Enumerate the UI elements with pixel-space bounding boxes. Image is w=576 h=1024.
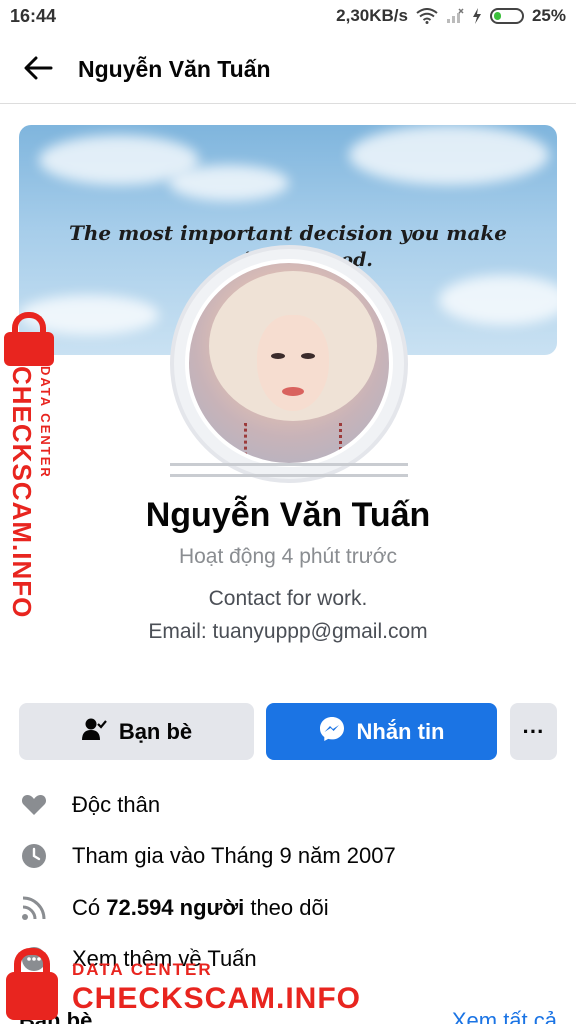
person-check-icon	[81, 716, 107, 748]
back-button[interactable]	[18, 50, 58, 90]
joined-text: Tham gia vào Tháng 9 năm 2007	[72, 843, 396, 868]
followers-suffix: theo dõi	[244, 895, 329, 920]
bio-line1: Contact for work.	[208, 587, 368, 610]
cover-quote-line1: The most important decision you make	[69, 221, 507, 245]
charging-icon	[472, 8, 482, 24]
watermark-data-center: DATA CENTER	[72, 960, 213, 979]
see-all-friends-link[interactable]: Xem tất cả	[452, 1008, 557, 1024]
rss-icon	[19, 893, 49, 923]
status-indicators: 2,30KB/s 25%	[336, 6, 566, 26]
messenger-icon	[319, 716, 345, 748]
battery-icon	[489, 8, 524, 24]
status-time: 16:44	[10, 6, 57, 26]
watermark-brand: CHECKSCAM.INFO	[72, 982, 361, 1015]
more-options-button[interactable]: ···	[510, 703, 557, 760]
message-button-label: Nhắn tin	[356, 718, 445, 744]
bio-line2: Email: tuanyuppp@gmail.com	[148, 620, 428, 643]
arrow-left-icon	[23, 56, 53, 85]
more-options-label: ···	[522, 718, 545, 744]
avatar-story-base	[170, 463, 408, 477]
battery-percent: 25%	[531, 6, 566, 25]
status-bar: 16:44 2,30KB/s 25%	[0, 0, 576, 36]
info-relationship: Độc thân	[19, 785, 160, 825]
header-title: Nguyễn Văn Tuấn	[78, 56, 271, 82]
watermark-brand-vertical: CHECKSCAM.INFO	[7, 366, 37, 619]
activity-status: Hoạt động 4 phút trước	[178, 545, 398, 568]
followers-prefix: Có	[72, 895, 107, 920]
watermark-data-center-vertical: DATA CENTER	[38, 366, 53, 479]
relationship-text: Độc thân	[72, 792, 161, 817]
wifi-icon	[416, 8, 438, 24]
top-app-bar: Nguyễn Văn Tuấn	[0, 36, 576, 104]
watermark-side: CHECKSCAM.INFO DATA CENTER	[0, 312, 62, 618]
friends-button[interactable]: Bạn bè	[19, 703, 254, 760]
clock-icon	[19, 841, 49, 871]
heart-icon	[19, 790, 49, 820]
network-speed: 2,30KB/s	[336, 6, 408, 25]
profile-name: Nguyễn Văn Tuấn	[145, 496, 431, 534]
signal-icon	[446, 8, 464, 24]
profile-avatar[interactable]	[185, 259, 393, 467]
friends-button-label: Bạn bè	[118, 718, 193, 744]
followers-count: 72.594 người	[106, 895, 245, 920]
info-joined: Tham gia vào Tháng 9 năm 2007	[19, 836, 396, 876]
message-button[interactable]: Nhắn tin	[266, 703, 497, 760]
info-followers: Có 72.594 người theo dõi	[19, 888, 329, 928]
